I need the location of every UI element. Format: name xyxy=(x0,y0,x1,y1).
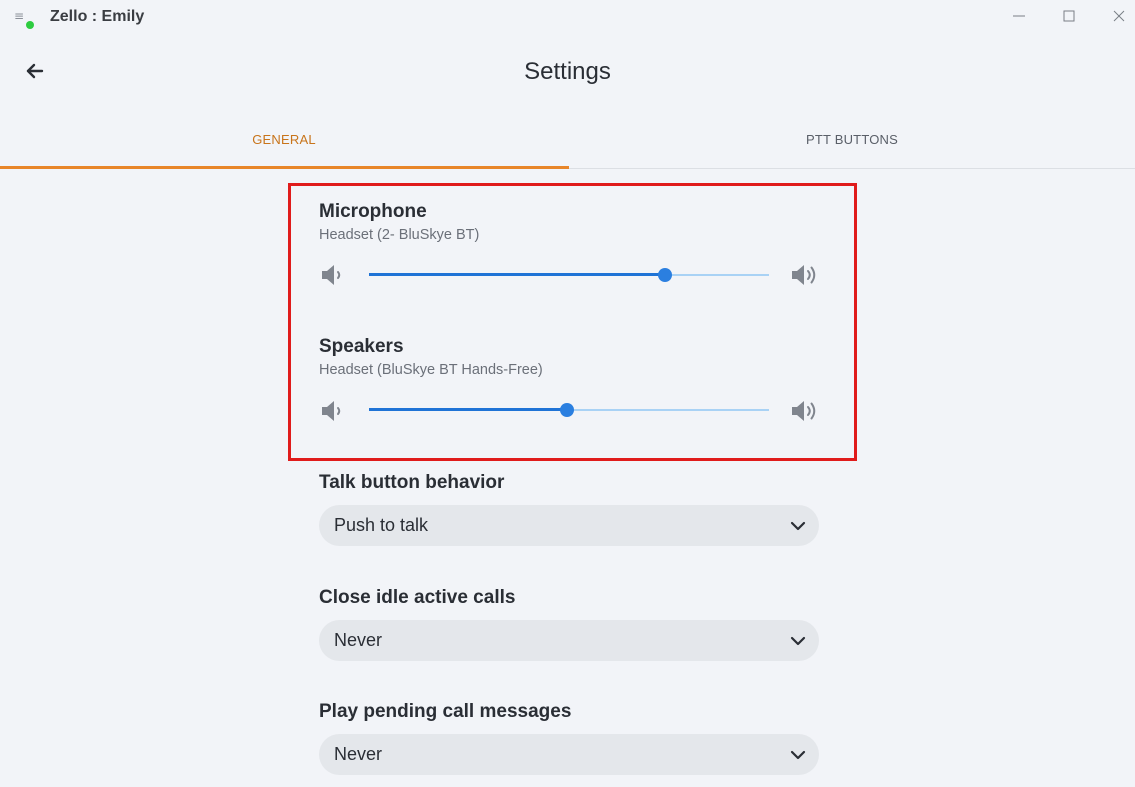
chevron-down-icon xyxy=(790,636,806,646)
close-button[interactable] xyxy=(1104,4,1134,28)
talk-button-value: Push to talk xyxy=(334,515,429,535)
volume-low-icon xyxy=(322,401,341,421)
minimize-button[interactable] xyxy=(1004,4,1034,28)
play-pending-value: Never xyxy=(334,744,383,764)
play-pending-select[interactable]: Never xyxy=(319,734,819,775)
close-idle-value: Never xyxy=(334,630,383,650)
volume-high-icon xyxy=(792,265,816,285)
maximize-button[interactable] xyxy=(1054,4,1084,28)
page-title: Settings xyxy=(524,58,611,85)
maximize-icon xyxy=(1063,10,1075,22)
speakers-volume-slider[interactable] xyxy=(369,400,769,420)
window-title: Zello : Emily xyxy=(50,8,145,25)
close-idle-select[interactable]: Never xyxy=(319,620,819,661)
slider-thumb[interactable] xyxy=(560,403,574,417)
speakers-device: Headset (BluSkye BT Hands-Free) xyxy=(319,362,543,378)
volume-high-icon xyxy=(792,401,816,421)
minimize-icon xyxy=(1013,15,1025,17)
title-bar: ≡ Zello : Emily xyxy=(0,0,1135,34)
close-icon xyxy=(1113,10,1125,22)
menu-icon: ≡ xyxy=(14,9,25,23)
tab-ptt-buttons[interactable]: PTT BUTTONS xyxy=(568,110,1135,168)
slider-fill xyxy=(369,273,665,276)
talk-button-label: Talk button behavior xyxy=(319,472,505,493)
play-pending-label: Play pending call messages xyxy=(319,701,572,722)
active-tab-indicator xyxy=(0,166,569,169)
microphone-device: Headset (2- BluSkye BT) xyxy=(319,227,480,243)
tab-general[interactable]: GENERAL xyxy=(0,110,568,168)
microphone-label: Microphone xyxy=(319,201,427,222)
microphone-volume-slider[interactable] xyxy=(369,265,769,285)
tab-bar: GENERAL PTT BUTTONS xyxy=(0,110,1135,169)
volume-low-icon xyxy=(322,265,341,285)
slider-fill xyxy=(369,408,567,411)
chevron-down-icon xyxy=(790,521,806,531)
chevron-down-icon xyxy=(790,750,806,760)
talk-button-select[interactable]: Push to talk xyxy=(319,505,819,546)
speakers-label: Speakers xyxy=(319,336,404,357)
status-dot xyxy=(26,21,34,29)
app-menu-button[interactable]: ≡ xyxy=(14,8,36,30)
close-idle-label: Close idle active calls xyxy=(319,587,516,608)
slider-thumb[interactable] xyxy=(658,268,672,282)
